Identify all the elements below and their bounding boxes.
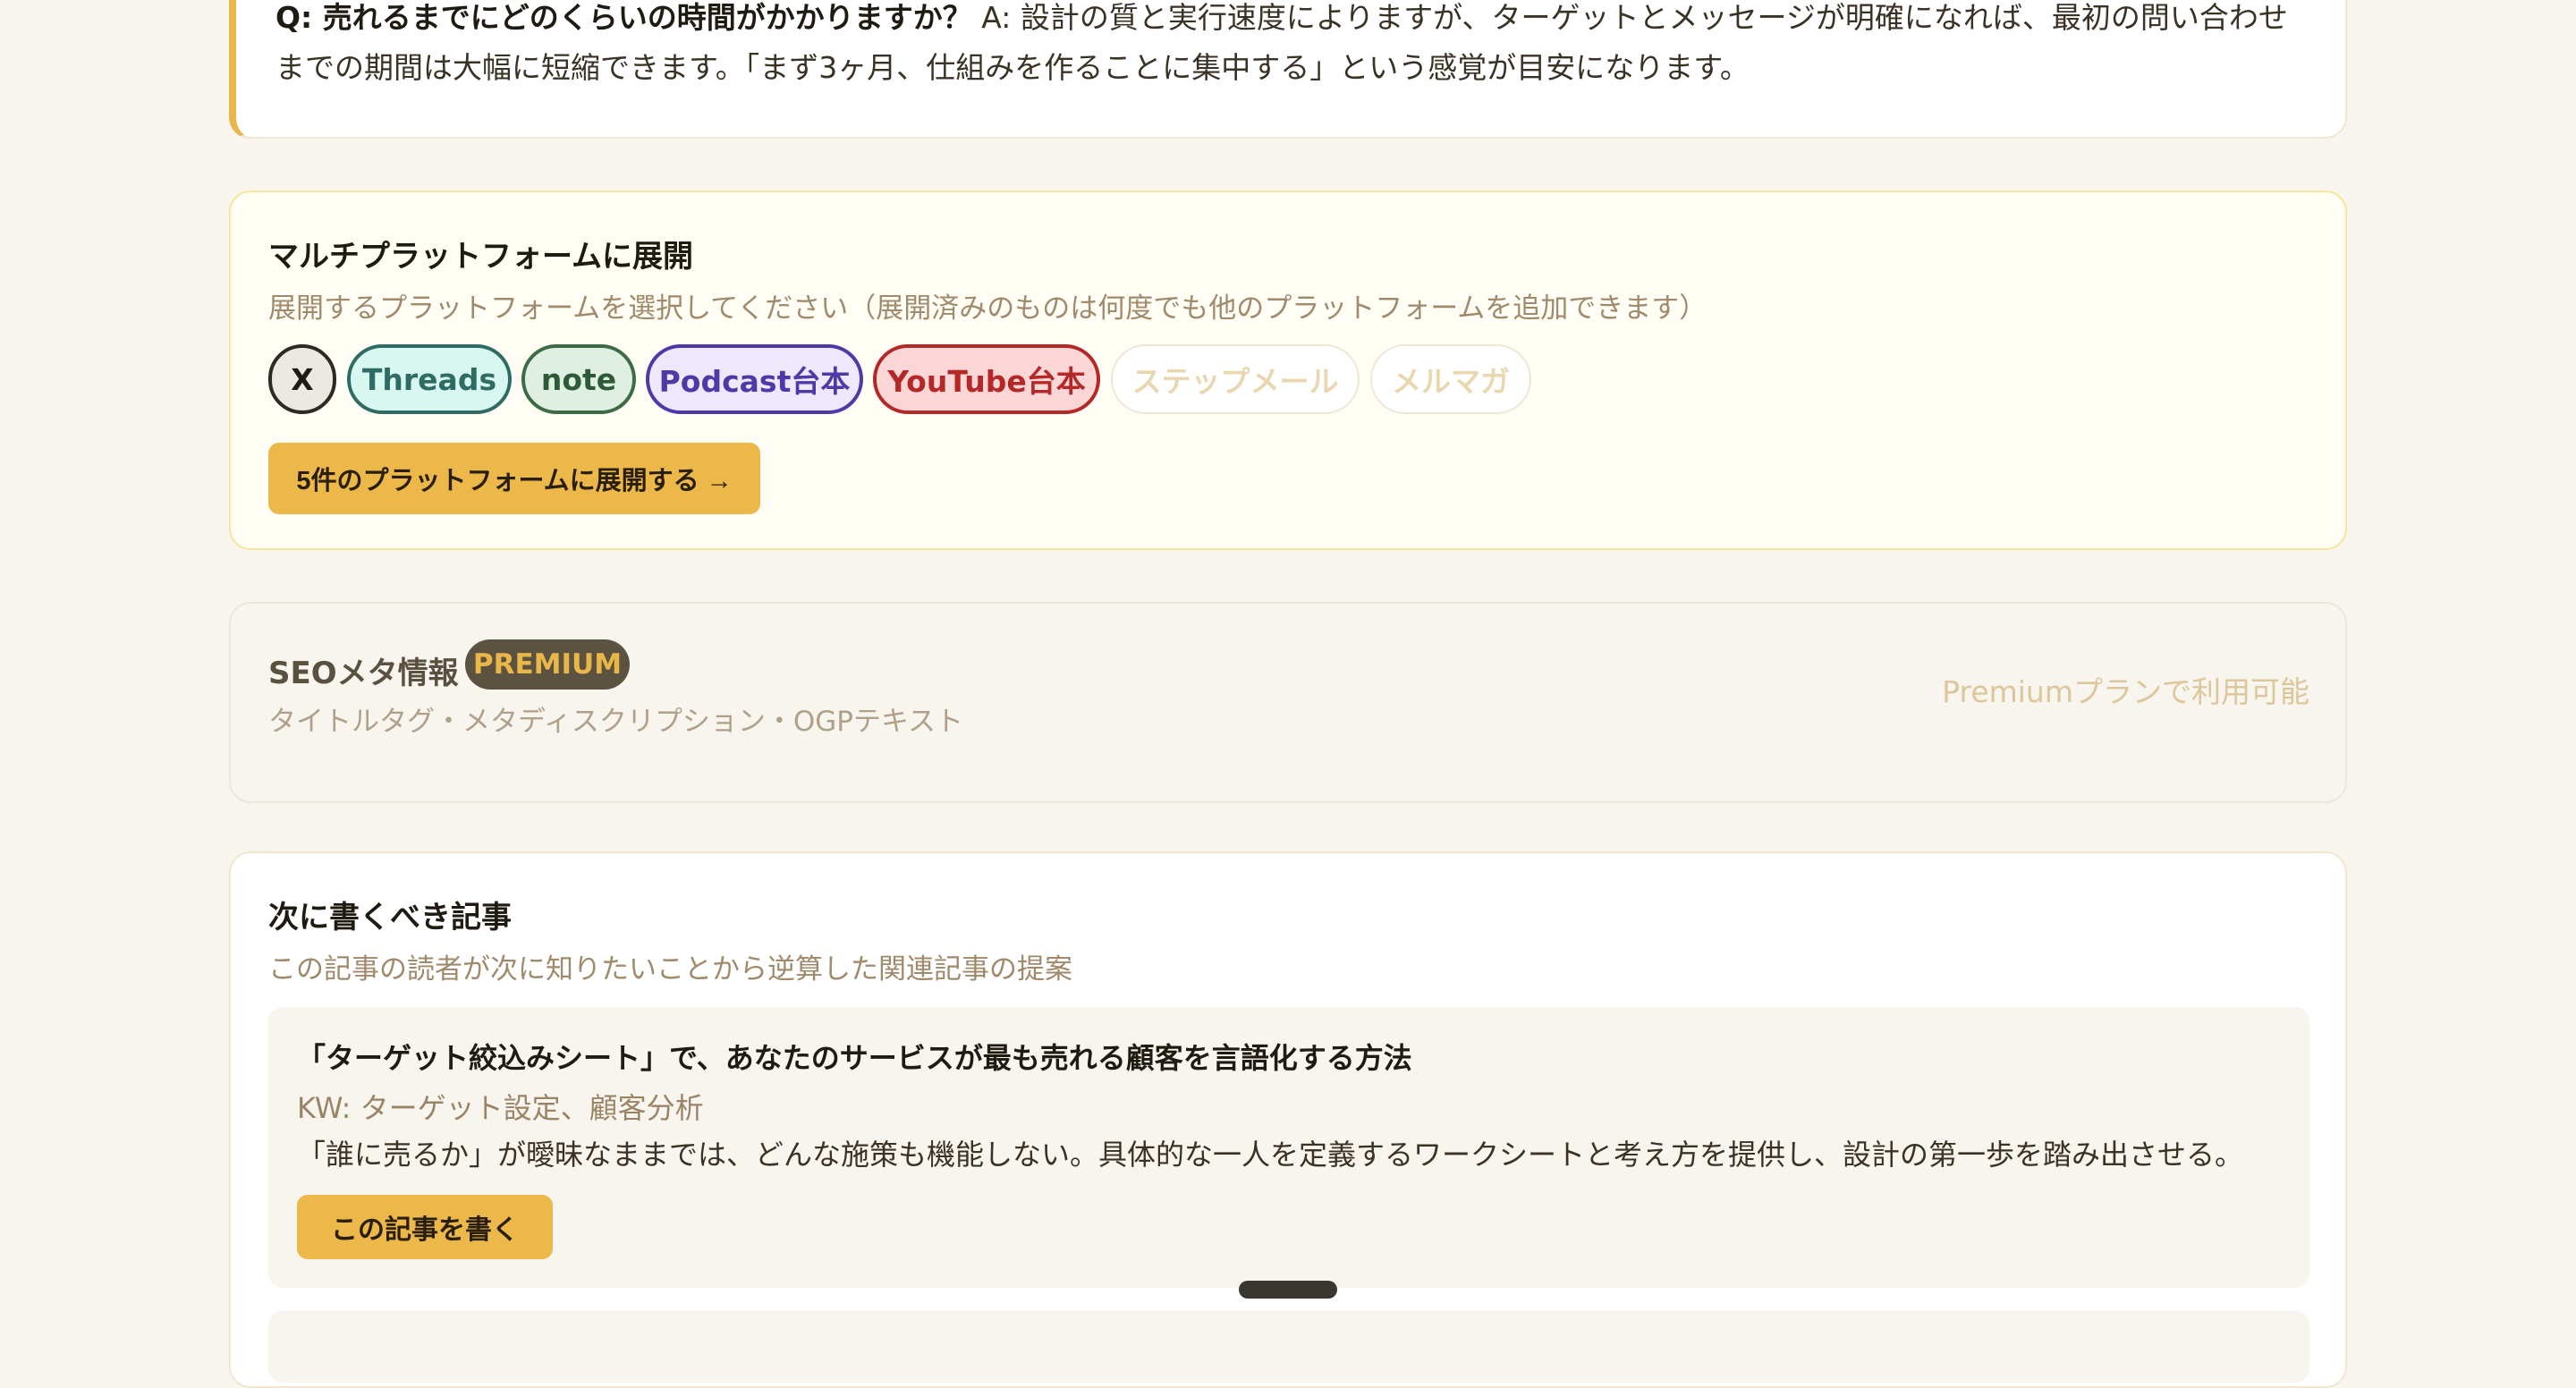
multi-platform-subtitle: 展開するプラットフォームを選択してください（展開済みのものは何度でも他のプラット…	[268, 292, 1707, 325]
platform-chip-newsletter[interactable]: メルマガ	[1370, 344, 1531, 414]
platform-chip-x[interactable]: X	[268, 344, 336, 414]
multi-platform-card: マルチプラットフォームに展開 展開するプラットフォームを選択してください（展開済…	[229, 190, 2347, 550]
next-articles-card: 次に書くべき記事 この記事の読者が次に知りたいことから逆算した関連記事の提案 「…	[229, 851, 2347, 1388]
write-article-button[interactable]: この記事を書く	[297, 1195, 553, 1259]
multi-platform-title: マルチプラットフォームに展開	[268, 239, 693, 275]
seo-title: SEOメタ情報	[268, 656, 459, 691]
scroll-handle[interactable]	[1239, 1281, 1337, 1299]
article-description: 「誰に売るか」が曖昧なままでは、どんな施策も機能しない。具体的な一人を定義するワ…	[297, 1138, 2244, 1172]
seo-meta-card: SEOメタ情報 PREMIUM タイトルタグ・メタディスクリプション・OGPテキ…	[229, 602, 2347, 803]
faq-card: Q: 売れるまでにどのくらいの時間がかかりますか？ A: 設計の質と実行速度によ…	[229, 0, 2347, 139]
platform-chip-youtube[interactable]: YouTube台本	[873, 344, 1100, 414]
platform-chip-podcast[interactable]: Podcast台本	[646, 344, 863, 414]
faq-question: Q: 売れるまでにどのくらいの時間がかかりますか？	[275, 0, 972, 35]
expand-platforms-button[interactable]: 5件のプラットフォームに展開する →	[268, 443, 760, 514]
platform-chip-step-mail[interactable]: ステップメール	[1111, 344, 1360, 414]
premium-availability-note: Premiumプランで利用可能	[1942, 674, 2309, 709]
next-articles-title: 次に書くべき記事	[268, 900, 512, 935]
article-title: 「ターゲット絞込みシート」で、あなたのサービスが最も売れる顧客を言語化する方法	[297, 1041, 1412, 1075]
article-suggestion: 「ターゲット絞込みシート」で、あなたのサービスが最も売れる顧客を言語化する方法 …	[268, 1007, 2309, 1288]
faq-text: Q: 売れるまでにどのくらいの時間がかかりますか？ A: 設計の質と実行速度によ…	[275, 0, 2297, 93]
platform-chip-threads[interactable]: Threads	[347, 344, 512, 414]
seo-subtitle: タイトルタグ・メタディスクリプション・OGPテキスト	[268, 706, 964, 738]
article-keywords: KW: ターゲット設定、顧客分析	[297, 1091, 704, 1125]
platform-chip-note[interactable]: note	[521, 344, 636, 414]
article-suggestion-next	[268, 1311, 2309, 1383]
premium-badge: PREMIUM	[465, 639, 630, 690]
next-articles-subtitle: この記事の読者が次に知りたいことから逆算した関連記事の提案	[268, 953, 1072, 986]
